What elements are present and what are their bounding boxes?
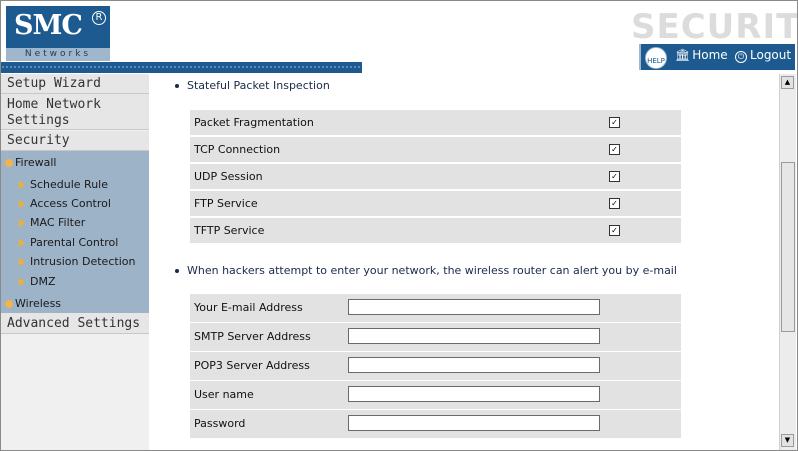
spi-heading: Stateful Packet Inspection	[175, 79, 330, 92]
sidebar-item-parental-control[interactable]: Parental Control	[19, 236, 118, 249]
group-label: Wireless	[15, 297, 62, 310]
checkbox-icon[interactable]: ✓	[609, 198, 620, 209]
sidebar-item-security[interactable]: Security	[1, 131, 149, 151]
triangle-arrow-icon	[19, 258, 25, 266]
spi-row-ftp-service: FTP Service ✓	[190, 191, 681, 216]
sidebar-item-intrusion-detection[interactable]: Intrusion Detection	[19, 255, 135, 268]
sub-item-label: Schedule Rule	[30, 178, 108, 191]
main-content: Stateful Packet Inspection Packet Fragme…	[149, 74, 779, 450]
sub-item-label: Intrusion Detection	[30, 255, 136, 268]
bullet-dot-icon	[175, 269, 179, 273]
smtp-server-field[interactable]	[348, 328, 600, 344]
sidebar-group-wireless[interactable]: Wireless	[5, 297, 61, 310]
sidebar-item-schedule-rule[interactable]: Schedule Rule	[19, 178, 108, 191]
spi-row-udp-session: UDP Session ✓	[190, 164, 681, 189]
spi-row-tftp-service: TFTP Service ✓	[190, 218, 681, 243]
pop3-server-row: POP3 Server Address	[190, 352, 681, 380]
dot-pattern	[1, 65, 362, 69]
triangle-arrow-icon	[19, 239, 25, 247]
username-field[interactable]	[348, 386, 600, 402]
triangle-arrow-icon	[19, 200, 25, 208]
email-address-label: Your E-mail Address	[194, 301, 303, 314]
sub-item-label: DMZ	[30, 275, 56, 288]
alert-heading: When hackers attempt to enter your netwo…	[175, 264, 677, 277]
smtp-server-label: SMTP Server Address	[194, 330, 311, 343]
sidebar-item-home-network-settings[interactable]: Home Network Settings	[1, 94, 149, 130]
bullet-dot-icon	[175, 84, 179, 88]
sub-item-label: Access Control	[30, 197, 111, 210]
section-title: SECURITY	[631, 7, 798, 47]
sidebar-item-setup-wizard[interactable]: Setup Wizard	[1, 74, 149, 94]
smc-logo: SMC R Networks	[6, 6, 110, 61]
scroll-down-icon[interactable]: ▼	[781, 434, 794, 447]
checkbox-icon[interactable]: ✓	[609, 144, 620, 155]
spi-row-label: UDP Session	[194, 170, 263, 183]
scroll-up-icon[interactable]: ▲	[781, 76, 794, 89]
password-label: Password	[194, 417, 246, 430]
email-address-row: Your E-mail Address	[190, 294, 681, 322]
sidebar-item-mac-filter[interactable]: MAC Filter	[19, 216, 85, 229]
smtp-server-row: SMTP Server Address	[190, 323, 681, 351]
logout-label: Logout	[750, 48, 792, 62]
spi-row-label: TFTP Service	[194, 224, 265, 237]
home-icon: 🏛	[675, 48, 691, 62]
registered-mark: R	[92, 11, 106, 25]
top-nav: HELP 🏛 Home ⏻ Logout	[639, 44, 795, 70]
logout-link[interactable]: ⏻ Logout	[735, 48, 791, 63]
sub-item-label: MAC Filter	[30, 216, 86, 229]
triangle-arrow-icon	[19, 181, 25, 189]
sidebar-item-dmz[interactable]: DMZ	[19, 275, 56, 288]
logo-text: SMC	[14, 10, 83, 41]
header-dot-bar	[1, 62, 362, 73]
spi-row-label: TCP Connection	[194, 143, 281, 156]
sidebar-item-advanced-settings[interactable]: Advanced Settings	[1, 313, 149, 334]
spi-row-tcp-connection: TCP Connection ✓	[190, 137, 681, 162]
home-link[interactable]: 🏛 Home	[675, 48, 728, 62]
browser-frame: SMC R Networks SECURITY HELP 🏛Home ⏻Logo…	[0, 0, 798, 451]
alert-heading-text: When hackers attempt to enter your netwo…	[187, 264, 677, 277]
logout-icon: ⏻	[735, 51, 747, 63]
username-row: User name	[190, 381, 681, 409]
orange-bullet-icon	[5, 300, 13, 308]
scroll-thumb[interactable]	[781, 162, 795, 332]
username-label: User name	[194, 388, 254, 401]
password-field[interactable]	[348, 415, 600, 431]
checkbox-icon[interactable]: ✓	[609, 225, 620, 236]
sidebar-group-firewall[interactable]: Firewall	[5, 156, 56, 169]
spi-row-label: Packet Fragmentation	[194, 116, 314, 129]
logo-subtext: Networks	[6, 48, 110, 61]
email-address-field[interactable]	[348, 299, 600, 315]
checkbox-icon[interactable]: ✓	[609, 117, 620, 128]
pop3-server-label: POP3 Server Address	[194, 359, 310, 372]
security-submenu: Firewall Schedule Rule Access Control MA…	[1, 151, 149, 313]
spi-row-label: FTP Service	[194, 197, 258, 210]
spi-heading-text: Stateful Packet Inspection	[187, 79, 330, 92]
help-icon[interactable]: HELP	[645, 47, 667, 69]
orange-bullet-icon	[5, 159, 13, 167]
home-label: Home	[692, 48, 728, 62]
sub-item-label: Parental Control	[30, 236, 119, 249]
scrollbar[interactable]: ▲ ▼	[779, 74, 796, 450]
checkbox-icon[interactable]: ✓	[609, 171, 620, 182]
sidebar: Setup Wizard Home Network Settings Secur…	[1, 74, 149, 450]
group-label: Firewall	[15, 156, 57, 169]
pop3-server-field[interactable]	[348, 357, 600, 373]
triangle-arrow-icon	[19, 219, 25, 227]
sidebar-item-access-control[interactable]: Access Control	[19, 197, 111, 210]
spi-row-packet-fragmentation: Packet Fragmentation ✓	[190, 110, 681, 135]
password-row: Password	[190, 410, 681, 438]
header: SMC R Networks SECURITY HELP 🏛Home ⏻Logo…	[1, 1, 797, 74]
triangle-arrow-icon	[19, 278, 25, 286]
